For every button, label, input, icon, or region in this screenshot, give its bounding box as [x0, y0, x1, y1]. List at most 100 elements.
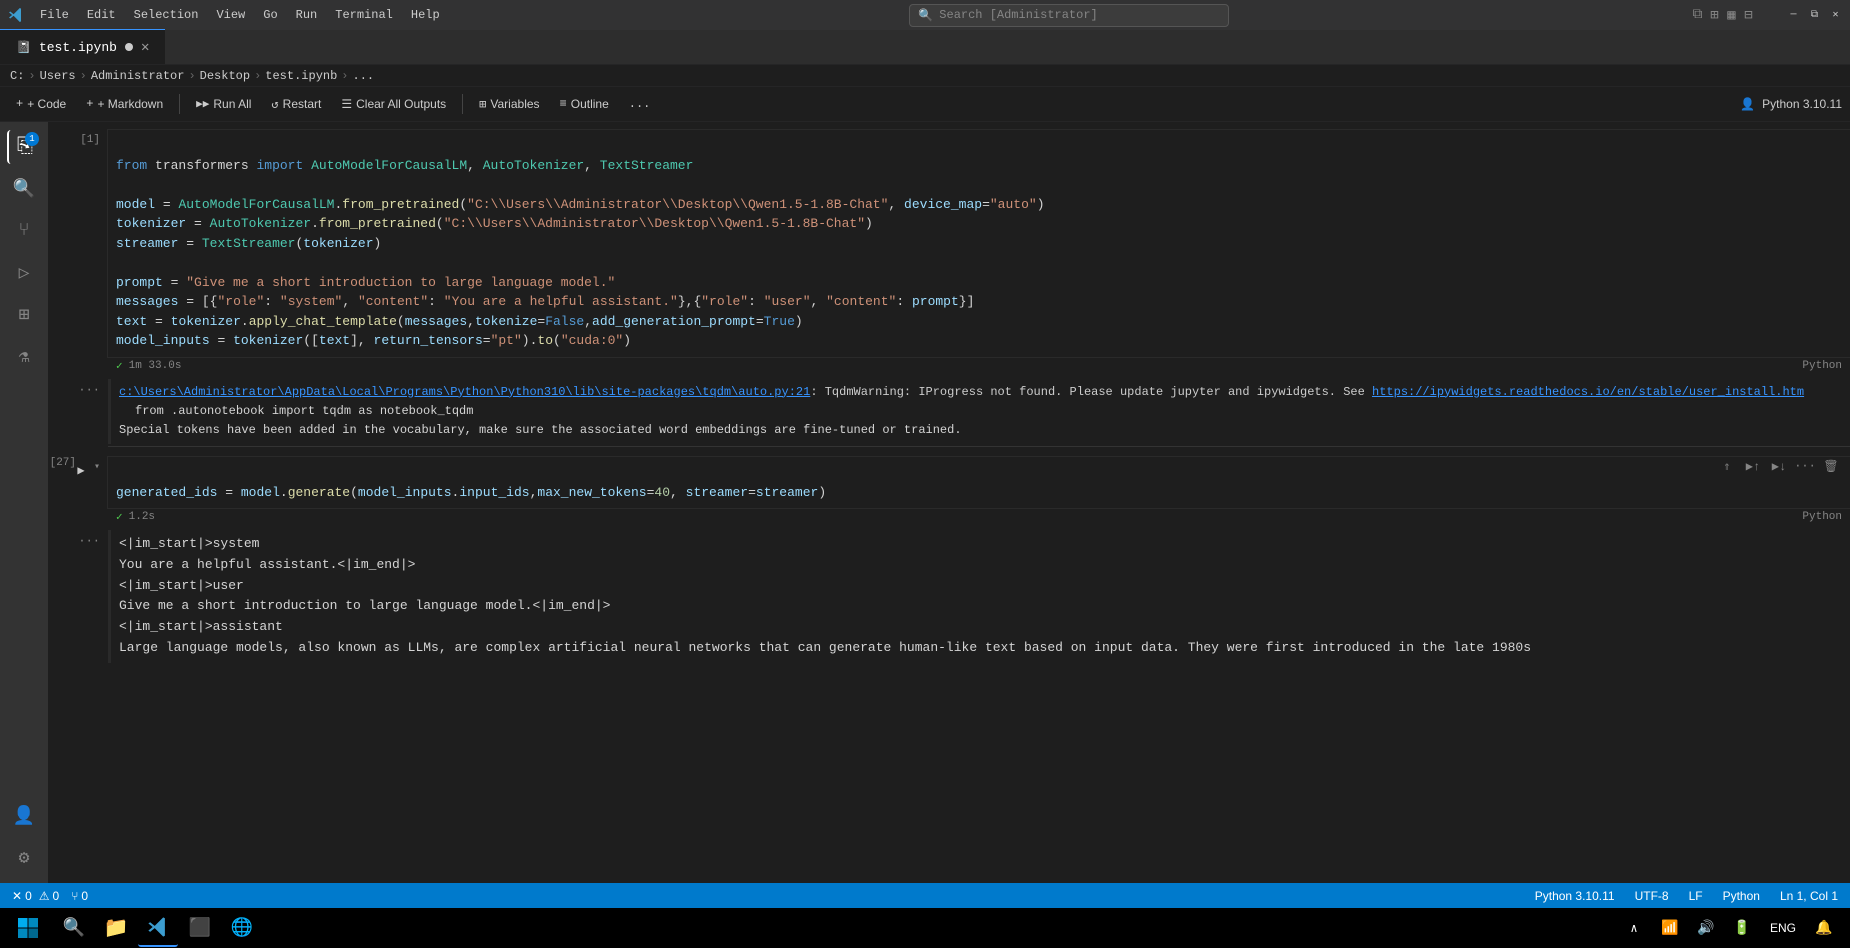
run-all-btn[interactable]: ▶▶ Run All — [188, 94, 259, 114]
tray-language[interactable]: ENG — [1764, 921, 1802, 935]
cell-2-output-row: ··· <|im_start|>system You are a helpful… — [48, 530, 1850, 663]
clear-icon: ☰ — [341, 97, 352, 112]
outline-icon: ≡ — [560, 97, 567, 111]
tab-filename: test.ipynb — [39, 40, 117, 55]
test-icon: ⚗ — [19, 346, 30, 368]
breadcrumb-sep-4: › — [254, 69, 261, 83]
close-btn[interactable]: ✕ — [1829, 9, 1842, 22]
status-bar-right: Python 3.10.11 UTF-8 LF Python Ln 1, Col… — [1531, 889, 1842, 903]
cell-2-time: 1.2s — [129, 511, 155, 523]
taskbar-explorer-btn[interactable]: 📁 — [96, 909, 136, 947]
cell-2-run-below-btn[interactable]: ▶↓ — [1768, 455, 1790, 477]
menu-go[interactable]: Go — [255, 4, 285, 26]
restore-btn[interactable]: ⧉ — [1808, 9, 1821, 22]
notification-btn[interactable]: 🔔 — [1810, 909, 1838, 947]
tray-battery-btn[interactable]: 🔋 — [1728, 909, 1756, 947]
python-icon: 👤 — [1740, 98, 1755, 112]
settings-icon: ⚙ — [19, 847, 30, 869]
cell-2-status: ✓ 1.2s Python — [108, 508, 1850, 526]
layout-btn-2[interactable]: ⊞ — [1708, 9, 1721, 22]
activity-search[interactable]: 🔍 — [7, 172, 41, 206]
activity-run-debug[interactable]: ▷ — [7, 256, 41, 290]
restart-btn[interactable]: ↺ Restart — [263, 94, 329, 115]
menu-terminal[interactable]: Terminal — [327, 4, 401, 26]
taskbar-browser-btn[interactable]: 🌐 — [222, 909, 262, 947]
source-control-icon: ⑂ — [19, 221, 30, 241]
cell-1-status: ✓ 1m 33.0s Python — [108, 357, 1850, 375]
activity-extensions[interactable]: ⊞ — [7, 298, 41, 332]
status-language[interactable]: Python — [1719, 889, 1764, 903]
variables-btn[interactable]: ⊞ Variables — [471, 94, 547, 115]
cell-1-output-dots: ··· — [48, 379, 108, 397]
output-1-line-3: Special tokens have been added in the vo… — [119, 421, 1842, 440]
activity-source-control[interactable]: ⑂ — [7, 214, 41, 248]
warning-icon: ⚠ — [39, 889, 50, 903]
add-code-btn[interactable]: + + Code — [8, 94, 74, 114]
status-encoding[interactable]: UTF-8 — [1631, 889, 1673, 903]
activity-settings[interactable]: ⚙ — [7, 841, 41, 875]
menu-file[interactable]: File — [32, 4, 77, 26]
status-python[interactable]: Python 3.10.11 — [1531, 889, 1619, 903]
cell-2-more-btn[interactable]: ··· — [1794, 455, 1816, 477]
status-errors[interactable]: ✕ 0 ⚠ 0 — [8, 889, 63, 903]
activity-explorer[interactable]: ⎘ 1 — [7, 130, 41, 164]
taskbar: 🔍 📁 ⬛ 🌐 ∧ 📶 🔊 🔋 ENG 🔔 — [0, 908, 1850, 948]
add-markdown-btn[interactable]: + + Markdown — [78, 94, 171, 114]
taskbar-terminal-btn[interactable]: ⬛ — [180, 909, 220, 947]
cell-2-move-up-btn[interactable]: ⇑ — [1716, 455, 1738, 477]
outline-btn[interactable]: ≡ Outline — [552, 94, 617, 114]
cell-1-code[interactable]: from transformers import AutoModelForCau… — [108, 130, 1850, 357]
breadcrumb-administrator[interactable]: Administrator — [91, 69, 185, 83]
clear-all-outputs-btn[interactable]: ☰ Clear All Outputs — [333, 94, 454, 115]
menu-help[interactable]: Help — [403, 4, 448, 26]
cell-1-output-row: ··· c:\Users\Administrator\AppData\Local… — [48, 379, 1850, 445]
status-line-ending[interactable]: LF — [1685, 889, 1707, 903]
cell-1-check: ✓ — [116, 359, 123, 373]
main-layout: ⎘ 1 🔍 ⑂ ▷ ⊞ ⚗ 👤 ⚙ — [0, 122, 1850, 883]
git-icon: ⑂ — [71, 889, 78, 903]
breadcrumb-desktop[interactable]: Desktop — [200, 69, 250, 83]
system-tray: ∧ 📶 🔊 🔋 ENG 🔔 — [1620, 909, 1846, 947]
tab-modified-dot — [125, 43, 133, 51]
taskbar-search-btn[interactable]: 🔍 — [54, 909, 94, 947]
menu-edit[interactable]: Edit — [79, 4, 124, 26]
tray-sound-btn[interactable]: 🔊 — [1692, 909, 1720, 947]
layout-btn-3[interactable]: ▦ — [1725, 9, 1738, 22]
activity-bottom: 👤 ⚙ — [7, 799, 41, 883]
cell-2-code[interactable]: generated_ids = model.generate(model_inp… — [108, 457, 1850, 508]
breadcrumb-more[interactable]: ... — [353, 69, 375, 83]
cell-2-delete-btn[interactable]: 🗑 — [1820, 455, 1842, 477]
status-position[interactable]: Ln 1, Col 1 — [1776, 889, 1842, 903]
status-git[interactable]: ⑂ 0 — [67, 889, 92, 903]
taskbar-vscode-btn[interactable] — [138, 909, 178, 947]
menu-run[interactable]: Run — [288, 4, 326, 26]
tab-close-btn[interactable]: ✕ — [141, 39, 149, 56]
activity-account[interactable]: 👤 — [7, 799, 41, 833]
activity-bar: ⎘ 1 🔍 ⑂ ▷ ⊞ ⚗ 👤 ⚙ — [0, 122, 48, 883]
breadcrumb-file[interactable]: test.ipynb — [265, 69, 337, 83]
layout-btn-1[interactable]: ⧉ — [1691, 9, 1704, 22]
tray-icons-btn[interactable]: ∧ — [1620, 909, 1648, 947]
cell-2-output-dots: ··· — [48, 530, 108, 548]
menu-view[interactable]: View — [208, 4, 253, 26]
start-btn[interactable] — [4, 909, 52, 947]
notebook-tab[interactable]: 📓 test.ipynb ✕ — [0, 29, 165, 64]
breadcrumb-c[interactable]: C: — [10, 69, 24, 83]
layout-btn-4[interactable]: ⊟ — [1742, 9, 1755, 22]
outline-label: Outline — [571, 97, 609, 111]
more-btn[interactable]: ... — [621, 94, 659, 114]
cell-2-lang: Python — [1802, 511, 1842, 523]
breadcrumb-sep-1: › — [28, 69, 35, 83]
notebook-content[interactable]: [1] from transformers import AutoModelFo… — [48, 122, 1850, 883]
minimize-btn[interactable]: ─ — [1787, 9, 1800, 22]
notebook-toolbar: + + Code + + Markdown ▶▶ Run All ↺ Resta… — [0, 87, 1850, 122]
breadcrumb-users[interactable]: Users — [40, 69, 76, 83]
cell-2-run-above-btn[interactable]: ▶↑ — [1742, 455, 1764, 477]
activity-test[interactable]: ⚗ — [7, 340, 41, 374]
tab-bar: 📓 test.ipynb ✕ — [0, 30, 1850, 65]
cell-2-number: [27] — [48, 457, 104, 469]
search-box[interactable]: 🔍 Search [Administrator] — [909, 4, 1229, 27]
tray-network-btn[interactable]: 📶 — [1656, 909, 1684, 947]
menu-selection[interactable]: Selection — [126, 4, 207, 26]
cell-1-gutter: [1] — [48, 130, 108, 146]
